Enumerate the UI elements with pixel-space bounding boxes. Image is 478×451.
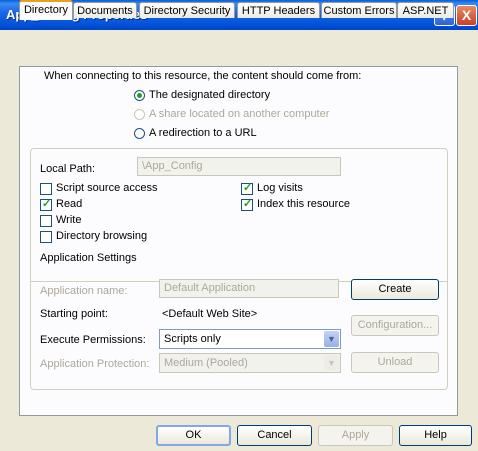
apply-button: Apply	[318, 425, 393, 446]
starting-point-label: Starting point:	[40, 308, 108, 320]
radio-designated-directory[interactable]	[134, 90, 145, 101]
read-label[interactable]: Read	[56, 198, 82, 210]
execute-permissions-value: Scripts only	[164, 333, 221, 345]
cancel-button[interactable]: Cancel	[237, 425, 312, 446]
directory-browsing-checkbox[interactable]	[40, 231, 52, 243]
check-icon: ✓	[243, 198, 253, 210]
starting-point-value: <Default Web Site>	[162, 308, 258, 320]
log-visits-checkbox[interactable]: ✓	[241, 182, 253, 195]
option-network-share: A share located on another computer	[149, 108, 330, 120]
application-name-field: Default Application	[159, 279, 339, 298]
check-icon: ✓	[243, 182, 253, 194]
script-source-access-checkbox[interactable]	[40, 183, 52, 195]
radio-selected-dot	[137, 93, 142, 98]
configuration-button: Configuration...	[351, 315, 439, 336]
chevron-down-icon[interactable]: ▼	[324, 331, 339, 347]
read-checkbox[interactable]: ✓	[40, 198, 52, 211]
option-redirection-url[interactable]: A redirection to a URL	[149, 127, 257, 139]
application-protection-value: Medium (Pooled)	[164, 357, 248, 369]
ok-button[interactable]: OK	[156, 425, 231, 446]
application-settings-heading: Application Settings	[40, 252, 137, 264]
radio-redirection-url[interactable]	[134, 128, 145, 139]
local-path-label: Local Path:	[40, 163, 96, 175]
content-source-prompt: When connecting to this resource, the co…	[44, 70, 362, 82]
tab-aspnet[interactable]: ASP.NET	[397, 2, 454, 18]
script-source-access-label[interactable]: Script source access	[56, 182, 157, 194]
execute-permissions-label: Execute Permissions:	[40, 334, 146, 346]
help-button[interactable]: Help	[399, 425, 472, 446]
index-resource-label[interactable]: Index this resource	[257, 198, 350, 210]
create-button[interactable]: Create	[351, 279, 439, 300]
chevron-down-icon: ▼	[324, 355, 339, 371]
local-path-field: \App_Config	[137, 157, 341, 176]
tab-directory-security[interactable]: Directory Security	[139, 2, 235, 18]
write-label[interactable]: Write	[56, 214, 81, 226]
radio-network-share	[134, 109, 145, 120]
application-protection-label: Application Protection:	[40, 358, 150, 370]
unload-button: Unload	[351, 352, 439, 373]
close-button[interactable]: X	[456, 5, 477, 26]
tab-documents[interactable]: Documents	[73, 2, 137, 18]
write-checkbox[interactable]	[40, 215, 52, 227]
tab-custom-errors[interactable]: Custom Errors	[321, 2, 397, 18]
execute-permissions-select[interactable]: Scripts only ▼	[159, 329, 341, 349]
tab-http-headers[interactable]: HTTP Headers	[237, 2, 320, 18]
index-resource-checkbox[interactable]: ✓	[241, 198, 253, 211]
option-designated-directory[interactable]: The designated directory	[149, 89, 270, 101]
check-icon: ✓	[42, 198, 52, 210]
log-visits-label[interactable]: Log visits	[257, 182, 303, 194]
application-protection-select: Medium (Pooled) ▼	[159, 353, 341, 373]
application-name-label: Application name:	[40, 285, 128, 297]
tab-directory[interactable]: Directory	[19, 0, 73, 20]
directory-browsing-label[interactable]: Directory browsing	[56, 230, 147, 242]
